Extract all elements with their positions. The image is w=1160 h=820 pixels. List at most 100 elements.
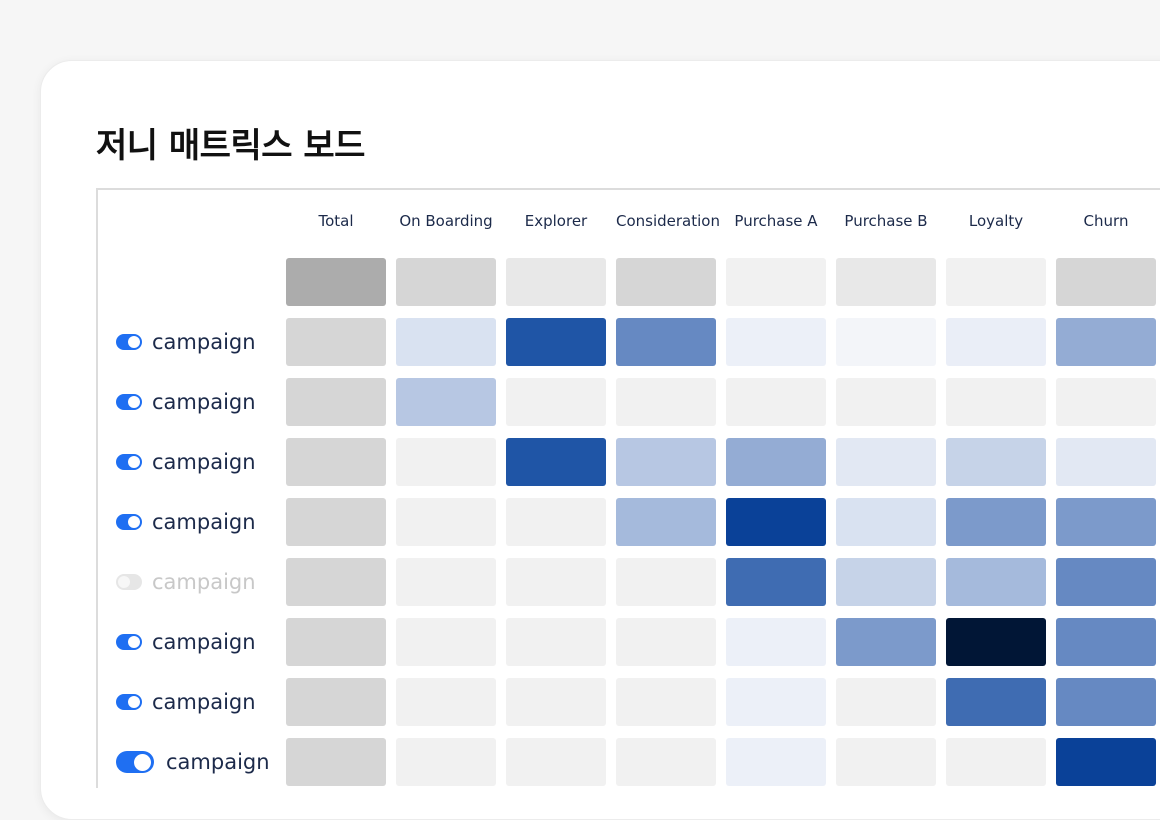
summary-cell[interactable] bbox=[836, 258, 936, 306]
matrix-cell[interactable] bbox=[616, 558, 716, 606]
matrix-cell[interactable] bbox=[1056, 558, 1156, 606]
campaign-toggle[interactable] bbox=[116, 694, 142, 710]
matrix-cell[interactable] bbox=[1056, 678, 1156, 726]
matrix-cell[interactable] bbox=[946, 558, 1046, 606]
matrix-cell[interactable] bbox=[616, 738, 716, 786]
matrix-cell[interactable] bbox=[836, 738, 936, 786]
matrix-cell[interactable] bbox=[836, 678, 936, 726]
column-header: Churn bbox=[1083, 212, 1129, 230]
matrix-cell[interactable] bbox=[396, 738, 496, 786]
matrix-cell[interactable] bbox=[396, 438, 496, 486]
campaign-row-label: campaign bbox=[116, 447, 256, 477]
summary-cell[interactable] bbox=[396, 258, 496, 306]
matrix-cell[interactable] bbox=[836, 498, 936, 546]
matrix-cell[interactable] bbox=[946, 618, 1046, 666]
toggle-knob bbox=[128, 696, 140, 708]
matrix-cell[interactable] bbox=[506, 678, 606, 726]
matrix-cell[interactable] bbox=[506, 378, 606, 426]
summary-cell[interactable] bbox=[1056, 258, 1156, 306]
campaign-toggle[interactable] bbox=[116, 454, 142, 470]
campaign-row-label: campaign bbox=[116, 627, 256, 657]
matrix-cell[interactable] bbox=[836, 438, 936, 486]
matrix-cell[interactable] bbox=[726, 618, 826, 666]
matrix-cell[interactable] bbox=[836, 618, 936, 666]
matrix-cell[interactable] bbox=[726, 738, 826, 786]
matrix-cell[interactable] bbox=[286, 558, 386, 606]
matrix-cell[interactable] bbox=[946, 318, 1046, 366]
matrix-cell[interactable] bbox=[1056, 738, 1156, 786]
matrix-cell[interactable] bbox=[1056, 438, 1156, 486]
column-header: Explorer bbox=[524, 212, 588, 230]
matrix-cell[interactable] bbox=[726, 558, 826, 606]
matrix-cell[interactable] bbox=[946, 678, 1046, 726]
matrix-cell[interactable] bbox=[396, 558, 496, 606]
summary-cell[interactable] bbox=[726, 258, 826, 306]
matrix-cell[interactable] bbox=[396, 378, 496, 426]
campaign-toggle[interactable] bbox=[116, 751, 154, 773]
matrix-cell[interactable] bbox=[1056, 498, 1156, 546]
summary-cell[interactable] bbox=[506, 258, 606, 306]
toggle-knob bbox=[128, 396, 140, 408]
matrix-cell[interactable] bbox=[506, 558, 606, 606]
matrix-cell[interactable] bbox=[396, 498, 496, 546]
matrix-cell[interactable] bbox=[946, 498, 1046, 546]
column-header: On Boarding bbox=[399, 212, 493, 230]
matrix-cell[interactable] bbox=[616, 498, 716, 546]
matrix-cell[interactable] bbox=[286, 378, 386, 426]
campaign-row-label: campaign bbox=[116, 567, 256, 597]
matrix-cell[interactable] bbox=[726, 318, 826, 366]
matrix-cell[interactable] bbox=[286, 438, 386, 486]
matrix-cell[interactable] bbox=[726, 438, 826, 486]
matrix-cell[interactable] bbox=[946, 738, 1046, 786]
matrix-cell[interactable] bbox=[1056, 318, 1156, 366]
campaign-toggle[interactable] bbox=[116, 334, 142, 350]
matrix-cell[interactable] bbox=[726, 678, 826, 726]
summary-cell[interactable] bbox=[286, 258, 386, 306]
column-header: Purchase B bbox=[844, 212, 928, 230]
campaign-row-label: campaign bbox=[116, 687, 256, 717]
matrix-cell[interactable] bbox=[1056, 378, 1156, 426]
matrix-cell[interactable] bbox=[506, 318, 606, 366]
campaign-toggle[interactable] bbox=[116, 394, 142, 410]
matrix-cell[interactable] bbox=[506, 618, 606, 666]
matrix-cell[interactable] bbox=[506, 738, 606, 786]
matrix-cell[interactable] bbox=[396, 678, 496, 726]
matrix-cell[interactable] bbox=[616, 618, 716, 666]
campaign-toggle[interactable] bbox=[116, 574, 142, 590]
matrix-cell[interactable] bbox=[836, 378, 936, 426]
matrix-cell[interactable] bbox=[616, 318, 716, 366]
toggle-knob bbox=[128, 336, 140, 348]
matrix-cell[interactable] bbox=[286, 738, 386, 786]
campaign-label: campaign bbox=[152, 390, 256, 414]
campaign-row-label: campaign bbox=[116, 327, 256, 357]
matrix-cell[interactable] bbox=[286, 618, 386, 666]
campaign-label: campaign bbox=[152, 630, 256, 654]
campaign-label: campaign bbox=[152, 690, 256, 714]
summary-cell[interactable] bbox=[616, 258, 716, 306]
matrix-cell[interactable] bbox=[836, 318, 936, 366]
matrix-cell[interactable] bbox=[396, 318, 496, 366]
campaign-label: campaign bbox=[152, 450, 256, 474]
matrix-cell[interactable] bbox=[286, 318, 386, 366]
campaign-label: campaign bbox=[152, 510, 256, 534]
matrix-cell[interactable] bbox=[946, 438, 1046, 486]
matrix-cell[interactable] bbox=[616, 438, 716, 486]
matrix-cell[interactable] bbox=[286, 678, 386, 726]
matrix-cell[interactable] bbox=[1056, 618, 1156, 666]
column-header: Purchase A bbox=[734, 212, 818, 230]
matrix-cell[interactable] bbox=[726, 378, 826, 426]
matrix-cell[interactable] bbox=[726, 498, 826, 546]
page-title: 저니 매트릭스 보드 bbox=[96, 126, 365, 166]
matrix-cell[interactable] bbox=[396, 618, 496, 666]
matrix-cell[interactable] bbox=[836, 558, 936, 606]
campaign-row-label: campaign bbox=[116, 747, 270, 777]
matrix-cell[interactable] bbox=[506, 438, 606, 486]
matrix-cell[interactable] bbox=[616, 678, 716, 726]
campaign-toggle[interactable] bbox=[116, 634, 142, 650]
matrix-cell[interactable] bbox=[616, 378, 716, 426]
campaign-toggle[interactable] bbox=[116, 514, 142, 530]
matrix-cell[interactable] bbox=[286, 498, 386, 546]
summary-cell[interactable] bbox=[946, 258, 1046, 306]
matrix-cell[interactable] bbox=[506, 498, 606, 546]
matrix-cell[interactable] bbox=[946, 378, 1046, 426]
